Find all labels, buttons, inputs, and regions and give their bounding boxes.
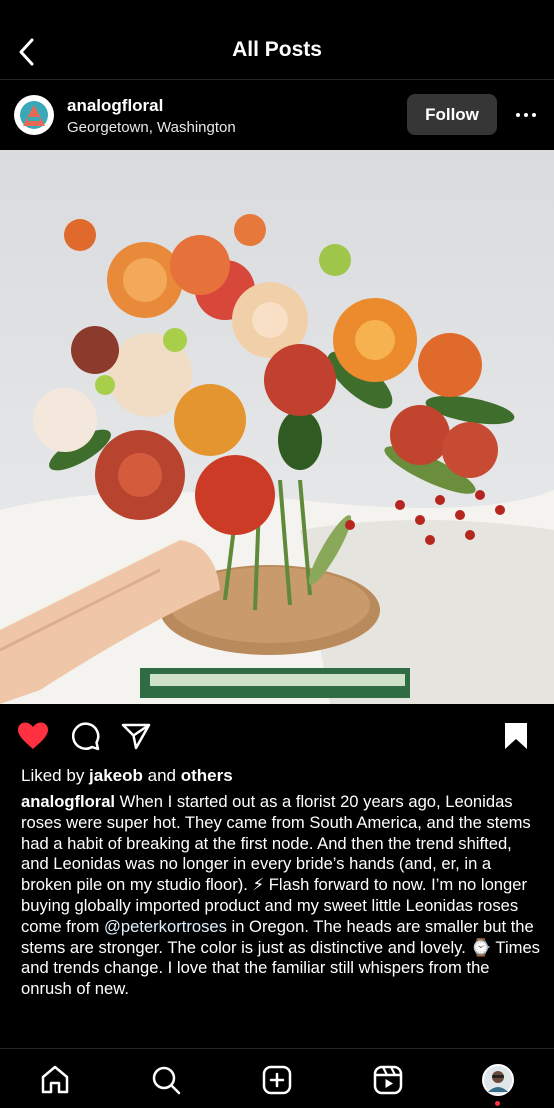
follow-button[interactable]: Follow [407,94,497,135]
caption-author[interactable]: analogfloral [21,792,115,811]
nav-reels[interactable] [372,1064,404,1096]
reels-icon [373,1065,403,1095]
nav-search[interactable] [150,1064,182,1096]
likes-middle: and [142,766,181,785]
send-icon [121,723,151,750]
post-image[interactable] [0,150,554,704]
liker-username[interactable]: jakeob [89,766,143,785]
post-username[interactable]: analogfloral [67,96,163,116]
caption-mention[interactable]: @peterkortroses [104,917,227,936]
like-button[interactable] [17,720,49,752]
more-options-button[interactable] [512,104,540,126]
likes-prefix: Liked by [21,766,90,785]
nav-home[interactable] [39,1064,71,1096]
avatar[interactable] [14,95,54,135]
more-horizontal-icon [516,113,520,117]
bottom-nav [0,1048,554,1108]
logo-icon [16,97,52,133]
likes-others[interactable]: others [181,766,233,785]
top-bar: All Posts [0,0,554,80]
post-actions [0,704,554,764]
profile-avatar [482,1064,514,1096]
bookmark-icon [505,723,527,749]
comment-button[interactable] [69,720,101,752]
caption-text: When I started out as a florist 20 years… [21,792,531,936]
page-title: All Posts [232,38,322,61]
post-caption: analogfloral When I started out as a flo… [21,792,541,1000]
nav-profile[interactable] [482,1064,514,1096]
share-button[interactable] [120,720,152,752]
home-icon [41,1065,69,1094]
post-header: analogfloral Georgetown, Washington Foll… [0,80,554,150]
create-icon [262,1065,292,1095]
comment-icon [71,722,100,751]
search-icon [152,1066,181,1095]
heart-icon [18,722,48,749]
bouquet-photo [0,150,554,704]
nav-create[interactable] [261,1064,293,1096]
save-button[interactable] [500,720,532,752]
notification-dot [495,1101,500,1106]
post-location[interactable]: Georgetown, Washington [67,119,236,136]
likes-summary[interactable]: Liked by jakeob and others [21,766,233,786]
